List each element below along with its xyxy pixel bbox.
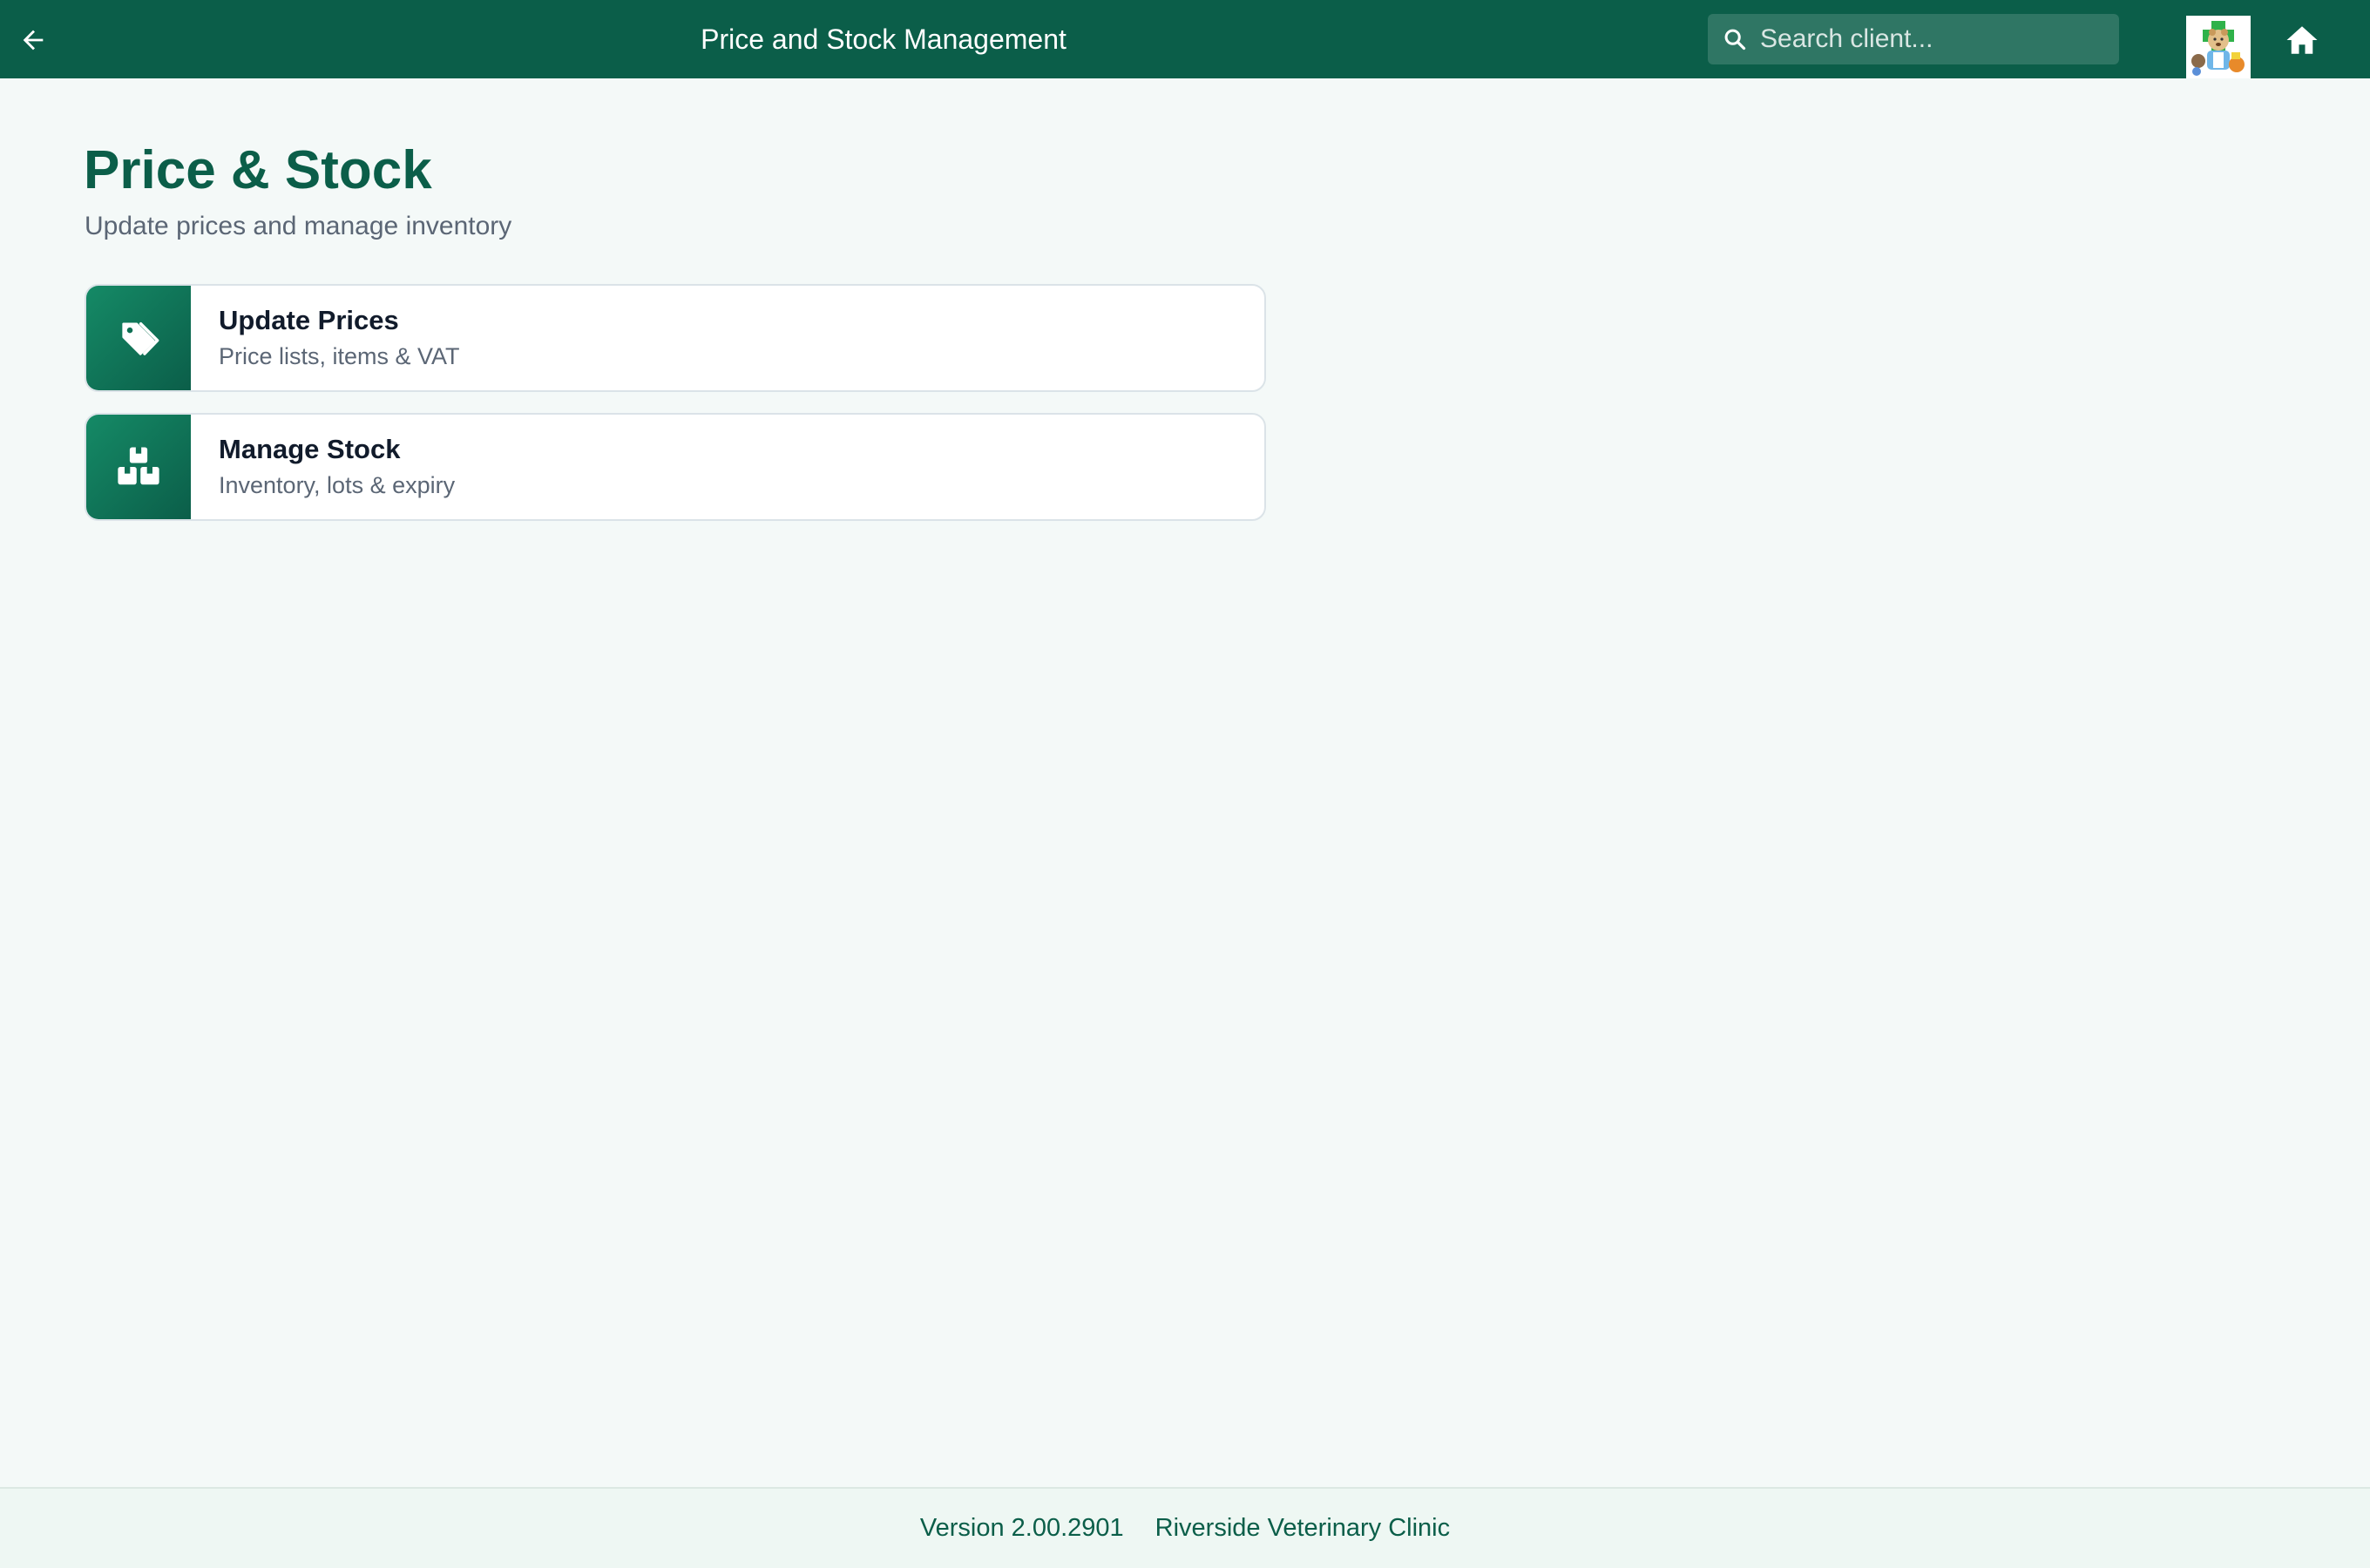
boxes-icon (118, 447, 159, 485)
home-icon (2286, 26, 2318, 54)
card-icon-container (86, 286, 191, 390)
app-bar-title: Price and Stock Management (701, 24, 1066, 55)
update-prices-card[interactable]: Update Prices Price lists, items & VAT (85, 284, 1266, 392)
price-tags-icon (122, 322, 159, 355)
page-title: Price & Stock (84, 140, 432, 200)
card-subtitle: Price lists, items & VAT (219, 343, 460, 369)
search-client-input[interactable] (1750, 13, 2119, 65)
manage-stock-card[interactable]: Manage Stock Inventory, lots & expiry (85, 413, 1266, 521)
version-label: Version 2.00.2901 (919, 1514, 1124, 1542)
card-title: Manage Stock (219, 434, 401, 464)
card-subtitle: Inventory, lots & expiry (219, 472, 456, 498)
footer: Version 2.00.2901 Riverside Veterinary C… (0, 1487, 2370, 1568)
client-search-box[interactable] (1708, 13, 2119, 65)
page-subtitle: Update prices and manage inventory (85, 212, 512, 240)
search-icon (1720, 24, 1750, 54)
home-button[interactable] (2279, 17, 2325, 63)
card-icon-container (86, 415, 191, 519)
card-title: Update Prices (219, 305, 399, 335)
clinic-name: Riverside Veterinary Clinic (1155, 1514, 1451, 1542)
clinic-logo (2186, 16, 2251, 78)
top-app-bar: Price and Stock Management (0, 0, 2370, 78)
